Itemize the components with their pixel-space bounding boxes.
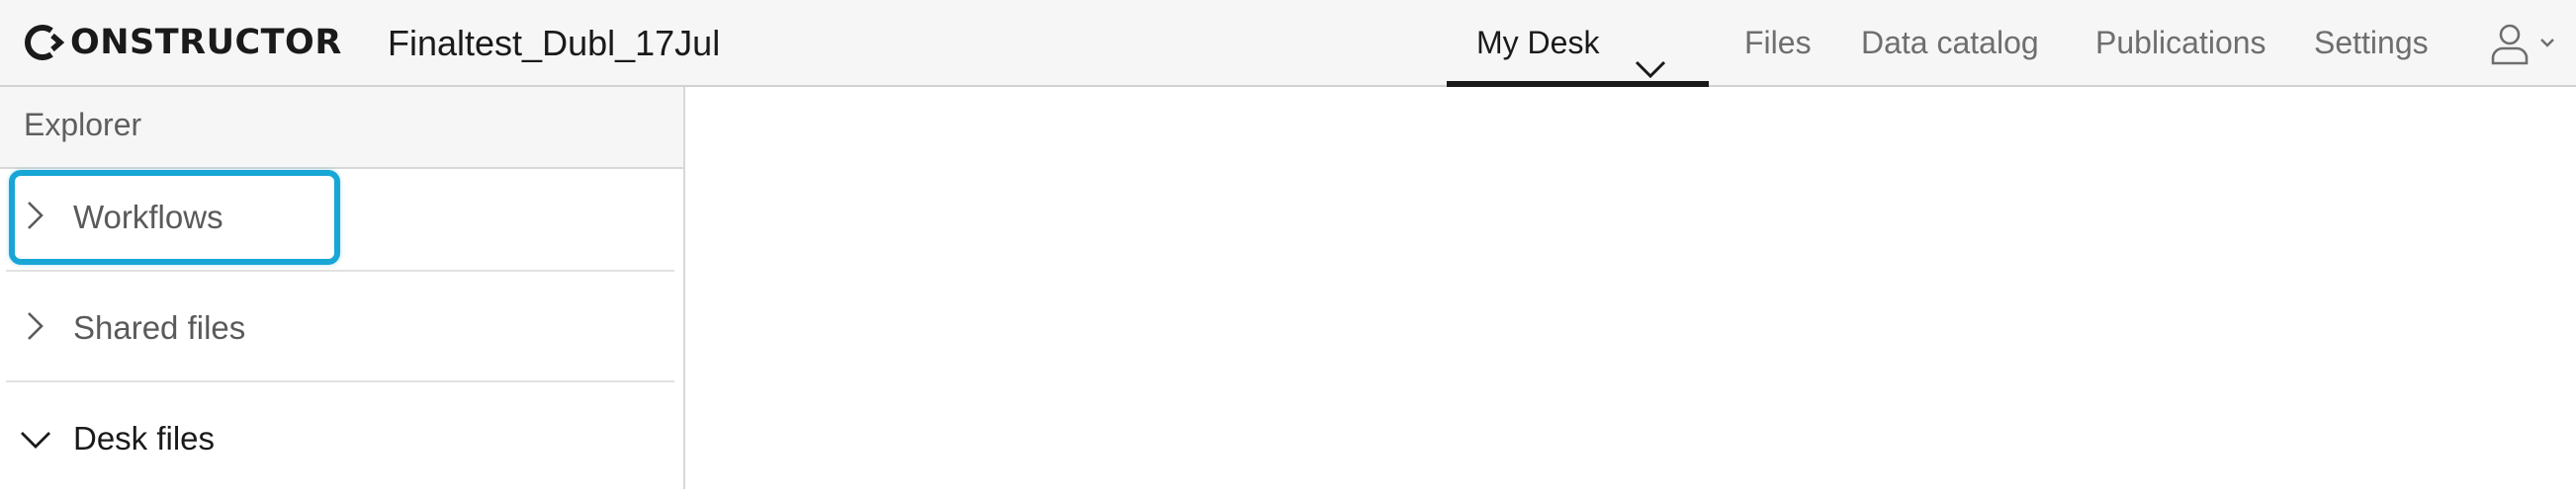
user-icon xyxy=(2491,24,2529,65)
tree-item-label: Workflows xyxy=(73,199,223,235)
chevron-right-icon[interactable] xyxy=(20,201,49,230)
nav-tab-data-catalog[interactable]: Data catalog xyxy=(1861,0,2039,85)
user-menu-button[interactable] xyxy=(2486,22,2565,65)
divider xyxy=(6,380,674,382)
nav-tab-settings[interactable]: Settings xyxy=(2314,0,2429,85)
chevron-down-icon xyxy=(1633,30,1668,79)
tree-item-label: Shared files xyxy=(73,309,246,346)
tree-item-desk-files[interactable]: Desk files xyxy=(0,390,674,499)
nav-tab-my-desk[interactable]: My Desk xyxy=(1447,0,1709,87)
tree-item-label: Desk files xyxy=(73,420,216,457)
top-bar: ONSTRUCTOR Finaltest_Dubl_17Jul My Desk … xyxy=(0,0,2576,87)
nav-tab-publications[interactable]: Publications xyxy=(2095,0,2266,85)
sidebar-header: Explorer xyxy=(0,87,683,169)
main-content-area xyxy=(685,87,2576,489)
tree-item-shared-files[interactable]: Shared files xyxy=(0,280,674,388)
divider xyxy=(6,270,674,272)
chevron-down-icon xyxy=(2540,39,2554,47)
chevron-down-icon[interactable] xyxy=(20,424,50,454)
logo-text: ONSTRUCTOR xyxy=(70,23,342,62)
project-title: Finaltest_Dubl_17Jul xyxy=(388,23,721,63)
nav-tab-files[interactable]: Files xyxy=(1744,0,1812,85)
app-logo[interactable]: ONSTRUCTOR xyxy=(24,21,342,64)
nav-tab-label: My Desk xyxy=(1476,25,1600,60)
logo-c-chevron-icon xyxy=(24,23,69,62)
chevron-right-icon[interactable] xyxy=(20,311,49,341)
tree-item-workflows[interactable]: Workflows xyxy=(0,169,674,278)
explorer-sidebar: Explorer Workflows Shared files Desk fil… xyxy=(0,87,685,489)
sidebar-title: Explorer xyxy=(24,107,142,142)
